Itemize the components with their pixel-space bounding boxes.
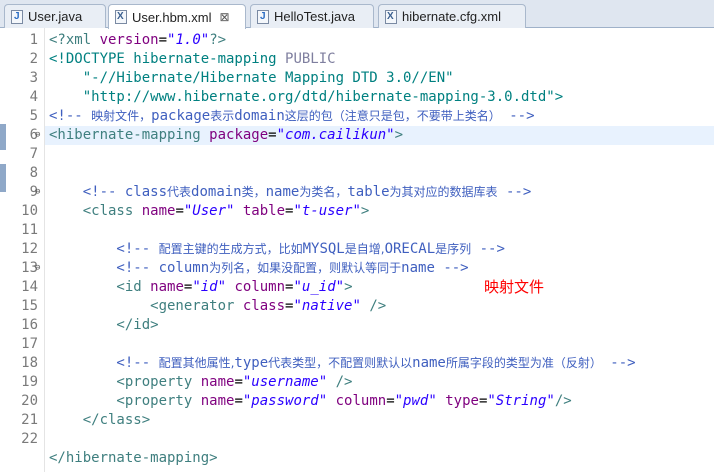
line-number: 14 [21,279,38,295]
editor-tab-bar: User.java User.hbm.xml ⊠ HelloTest.java … [0,0,714,29]
code-line-22: </hibernate-mapping> [49,450,218,466]
line-number: 22 [21,431,38,447]
line-number: 4 [29,89,38,105]
code-line-1: <?xml version="1.0"?> [49,32,227,48]
line-number: 6 [29,127,38,143]
code-line-11: <!-- 配置主键的生成方式，比如MYSQL是自增,ORECAL是序列 --> [49,241,505,257]
line-number: 13 [21,260,38,276]
code-line-14: <generator class="native" /> [49,298,387,314]
tab-label: HelloTest.java [274,9,355,24]
java-file-icon [257,9,269,24]
code-line-15: </id> [49,317,159,333]
line-number-gutter: 1 2 3 4 5 6 7 8 9 10 11 12 13 14 15 16 1… [6,28,44,472]
tab-user-hbm-xml[interactable]: User.hbm.xml ⊠ [108,4,246,29]
line-number: 16 [21,317,38,333]
code-line-5: <!-- 映射文件，package表示domain这层的包（注意只是包，不要带上… [49,108,535,124]
tab-label: User.java [28,9,83,24]
line-number: 20 [21,393,38,409]
code-line-12: <!-- column为列名，如果没配置，则默认等同于name --> [49,260,469,276]
code-line-3: "-//Hibernate/Hibernate Mapping DTD 3.0/… [49,70,454,86]
line-number: 1 [29,32,38,48]
line-number: 3 [29,70,38,86]
fold-toggle-icon[interactable]: ⊖ [35,183,40,202]
tab-user-java[interactable]: User.java [4,4,106,28]
tab-label: User.hbm.xml [132,9,212,25]
code-line-6: <hibernate-mapping package="com.cailikun… [49,127,404,143]
line-number: 12 [21,241,38,257]
line-number: 10 [21,203,38,219]
fold-toggle-icon[interactable]: ⊖ [35,259,40,278]
code-line-19: <property name="password" column="pwd" t… [49,393,572,409]
line-number: 8 [29,165,38,181]
line-number: 2 [29,51,38,67]
code-line-2: <!DOCTYPE hibernate-mapping PUBLIC [49,51,336,67]
code-line-20: </class> [49,412,151,428]
line-number: 21 [21,412,38,428]
xml-file-icon [385,9,397,24]
code-line-4: "http://www.hibernate.org/dtd/hibernate-… [49,89,564,105]
code-line-17: <!-- 配置其他属性,type代表类型，不配置则默认以name所属字段的类型为… [49,355,636,371]
line-number: 11 [21,222,38,238]
tab-hellotest-java[interactable]: HelloTest.java [250,4,374,28]
line-number: 7 [29,146,38,162]
xml-editor[interactable]: 1 2 3 4 5 6 7 8 9 10 11 12 13 14 15 16 1… [0,28,714,472]
code-area[interactable]: <?xml version="1.0"?> <!DOCTYPE hibernat… [44,28,714,472]
xml-file-icon [115,10,127,24]
code-line-18: <property name="username" /> [49,374,353,390]
tab-hibernate-cfg-xml[interactable]: hibernate.cfg.xml [378,4,526,28]
code-line-8: <!-- class代表domain类，name为类名，table为其对应的数据… [49,184,532,200]
code-line-9: <class name="User" table="t-user"> [49,203,370,219]
line-number: 15 [21,298,38,314]
line-number: 5 [29,108,38,124]
fold-toggle-icon[interactable]: ⊖ [35,126,40,145]
close-icon[interactable]: ⊠ [219,10,229,24]
line-number: 17 [21,336,38,352]
tab-label: hibernate.cfg.xml [402,9,501,24]
line-number: 19 [21,374,38,390]
java-file-icon [11,9,23,24]
line-number: 9 [29,184,38,200]
line-number: 18 [21,355,38,371]
annotation-label: 映射文件 [484,278,545,296]
code-line-13: <id name="id" column="u_id"> [49,279,353,295]
